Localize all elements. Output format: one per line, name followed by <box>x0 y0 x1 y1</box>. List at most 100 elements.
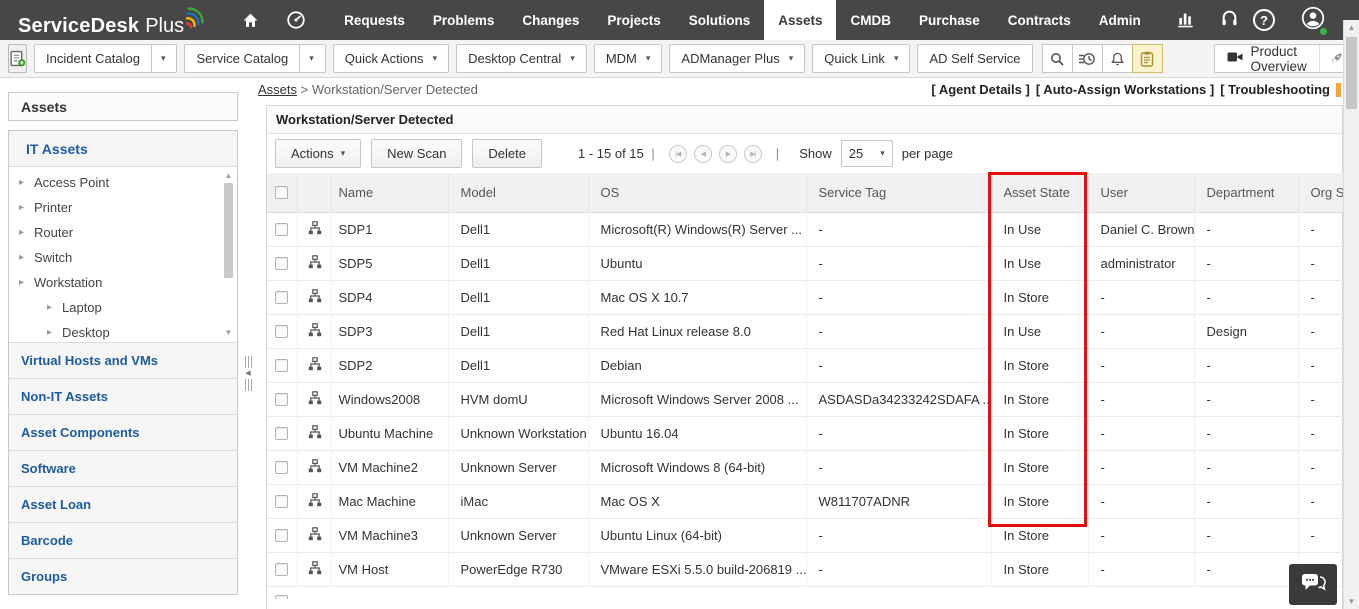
row-checkbox[interactable] <box>275 290 288 304</box>
dashboard-icon[interactable] <box>276 0 316 40</box>
column-header-asset-state[interactable]: Asset State <box>991 173 1089 213</box>
sidebar-tree-item[interactable]: ▸ Printer <box>9 195 237 220</box>
table-row[interactable]: SDP4 Dell1 Mac OS X 10.7 - In Store - - … <box>267 280 1344 315</box>
column-header-department[interactable]: Department <box>1194 173 1299 213</box>
bell-icon[interactable] <box>1101 44 1133 73</box>
row-checkbox[interactable] <box>275 562 288 576</box>
clipboard-icon[interactable] <box>1131 44 1163 73</box>
column-header-org-seri[interactable]: Org Seri <box>1298 173 1344 213</box>
tab-workstation-server-detected[interactable]: Workstation/Server Detected <box>267 106 1342 134</box>
table-row[interactable]: Mac Machine iMac Mac OS X W811707ADNR In… <box>267 484 1344 519</box>
breadcrumb-root-link[interactable]: Assets <box>258 82 297 97</box>
toolbar-dropdown-desktop-central[interactable]: Desktop Central ▾ <box>456 44 587 73</box>
cell-name[interactable]: SDP4 <box>331 280 449 315</box>
sidebar-section-barcode[interactable]: Barcode <box>9 522 237 558</box>
toolbar-dropdown-mdm[interactable]: MDM ▾ <box>593 44 663 73</box>
scrollbar-thumb[interactable] <box>224 183 233 278</box>
nav-tab-purchase[interactable]: Purchase <box>905 0 994 40</box>
app-logo[interactable]: ServiceDesk Plus <box>18 2 204 38</box>
history-icon[interactable] <box>1071 44 1103 73</box>
sidebar-section-software[interactable]: Software <box>9 450 237 486</box>
select-all-checkbox[interactable] <box>275 185 288 199</box>
table-row[interactable]: SDP5 Dell1 Ubuntu - In Use administrator… <box>267 246 1344 281</box>
nav-tab-changes[interactable]: Changes <box>508 0 593 40</box>
table-row[interactable]: SDP1 Dell1 Microsoft(R) Windows(R) Serve… <box>267 212 1344 247</box>
header-link[interactable]: [ Troubleshooting <box>1220 82 1330 97</box>
row-checkbox[interactable] <box>275 392 288 406</box>
reports-icon[interactable] <box>1175 8 1197 33</box>
headset-icon[interactable] <box>1219 7 1240 33</box>
table-row[interactable]: Windows2008 HVM domU Microsoft Windows S… <box>267 382 1344 417</box>
nav-tab-problems[interactable]: Problems <box>419 0 509 40</box>
row-checkbox[interactable] <box>275 426 288 440</box>
nav-tab-admin[interactable]: Admin <box>1085 0 1155 40</box>
column-header-name[interactable]: Name <box>331 173 449 213</box>
cell-name[interactable]: SDP1 <box>331 212 449 247</box>
nav-tab-assets[interactable]: Assets <box>764 0 837 40</box>
toolbar-dropdown-admanager-plus[interactable]: ADManager Plus ▾ <box>669 44 806 73</box>
nav-tab-requests[interactable]: Requests <box>330 0 419 40</box>
cell-name[interactable]: Mac Machine <box>331 484 449 519</box>
row-checkbox[interactable] <box>275 222 288 236</box>
new-scan-button[interactable]: New Scan <box>371 139 463 168</box>
chevron-right-icon[interactable]: ▸ <box>19 252 27 263</box>
sidebar-section-asset-loan[interactable]: Asset Loan <box>9 486 237 522</box>
search-icon[interactable] <box>1041 44 1073 73</box>
toolbar-dropdown-quick-link[interactable]: Quick Link ▾ <box>812 44 911 73</box>
toolbar-dropdown-service-catalog[interactable]: Service Catalog ▾ <box>184 44 326 73</box>
page-size-select[interactable]: 25 ▾ <box>840 140 893 167</box>
column-header-user[interactable]: User <box>1088 173 1195 213</box>
prev-page-icon[interactable]: ◀ <box>693 144 712 163</box>
chevron-right-icon[interactable]: ▸ <box>19 227 27 238</box>
sidebar-tree-item[interactable]: ▸ Switch <box>9 245 237 270</box>
cell-name[interactable]: Ubuntu Machine <box>331 416 449 451</box>
cell-name[interactable]: SDP3 <box>331 314 449 349</box>
table-row[interactable]: SDP2 Dell1 Debian - In Store - - - <box>267 348 1344 383</box>
cell-name[interactable]: VM Machine3 <box>331 518 449 553</box>
last-page-icon[interactable]: ▶| <box>743 144 762 163</box>
row-checkbox[interactable] <box>275 324 288 338</box>
new-item-icon[interactable] <box>8 44 27 73</box>
product-overview-button[interactable]: Product Overview 1 <box>1213 37 1359 74</box>
scrollbar-thumb[interactable] <box>1346 37 1357 109</box>
sidebar-section-virtual-hosts-and-vms[interactable]: Virtual Hosts and VMs <box>9 342 237 378</box>
scroll-up-icon[interactable]: ▲ <box>225 171 233 181</box>
user-avatar[interactable] <box>1301 6 1328 36</box>
table-row[interactable]: VM Machine3 Unknown Server Ubuntu Linux … <box>267 518 1344 553</box>
home-icon[interactable] <box>230 0 270 40</box>
help-icon[interactable]: ? <box>1253 9 1275 31</box>
column-header-model[interactable]: Model <box>448 173 589 213</box>
cell-name[interactable]: SDP2 <box>331 348 449 383</box>
scroll-down-icon[interactable]: ▼ <box>225 328 233 338</box>
toolbar-dropdown-incident-catalog[interactable]: Incident Catalog ▾ <box>34 44 178 73</box>
table-row[interactable]: VM Machine2 Unknown Server Microsoft Win… <box>267 450 1344 485</box>
sidebar-collapse-handle[interactable]: ◀ <box>243 352 253 394</box>
sidebar-tree-item[interactable]: ▸ Router <box>9 220 237 245</box>
cell-name[interactable]: SDP5 <box>331 246 449 281</box>
column-header-os[interactable]: OS <box>588 173 807 213</box>
chevron-right-icon[interactable]: ▸ <box>47 327 55 338</box>
nav-tab-contracts[interactable]: Contracts <box>994 0 1085 40</box>
sidebar-section-non-it-assets[interactable]: Non-IT Assets <box>9 378 237 414</box>
table-row[interactable]: SDP3 Dell1 Red Hat Linux release 8.0 - I… <box>267 314 1344 349</box>
chevron-right-icon[interactable]: ▸ <box>19 202 27 213</box>
row-checkbox[interactable] <box>275 256 288 270</box>
row-checkbox[interactable] <box>275 594 288 599</box>
sidebar-tree-item[interactable]: ▸ Access Point <box>9 170 237 195</box>
window-scrollbar[interactable]: ▲ ▼ <box>1343 20 1359 609</box>
nav-tab-solutions[interactable]: Solutions <box>675 0 765 40</box>
sidebar-tree-scrollbar[interactable]: ▲ ▼ <box>222 171 235 338</box>
sidebar-tree-item[interactable]: ▸ Workstation <box>9 270 237 295</box>
sidebar-item-it-assets[interactable]: IT Assets <box>9 131 237 167</box>
table-row[interactable]: Ubuntu Machine Unknown Workstation Ubunt… <box>267 416 1344 451</box>
chevron-right-icon[interactable]: ▸ <box>19 177 27 188</box>
table-row[interactable]: VM Host PowerEdge R730 VMware ESXi 5.5.0… <box>267 552 1344 587</box>
sidebar-section-groups[interactable]: Groups <box>9 558 237 594</box>
row-checkbox[interactable] <box>275 494 288 508</box>
cell-name[interactable]: Windows2008 <box>331 382 449 417</box>
nav-tab-cmdb[interactable]: CMDB <box>836 0 905 40</box>
delete-button[interactable]: Delete <box>472 139 542 168</box>
chevron-right-icon[interactable]: ▸ <box>19 277 27 288</box>
chat-button[interactable] <box>1289 564 1337 605</box>
first-page-icon[interactable]: |◀ <box>668 144 687 163</box>
